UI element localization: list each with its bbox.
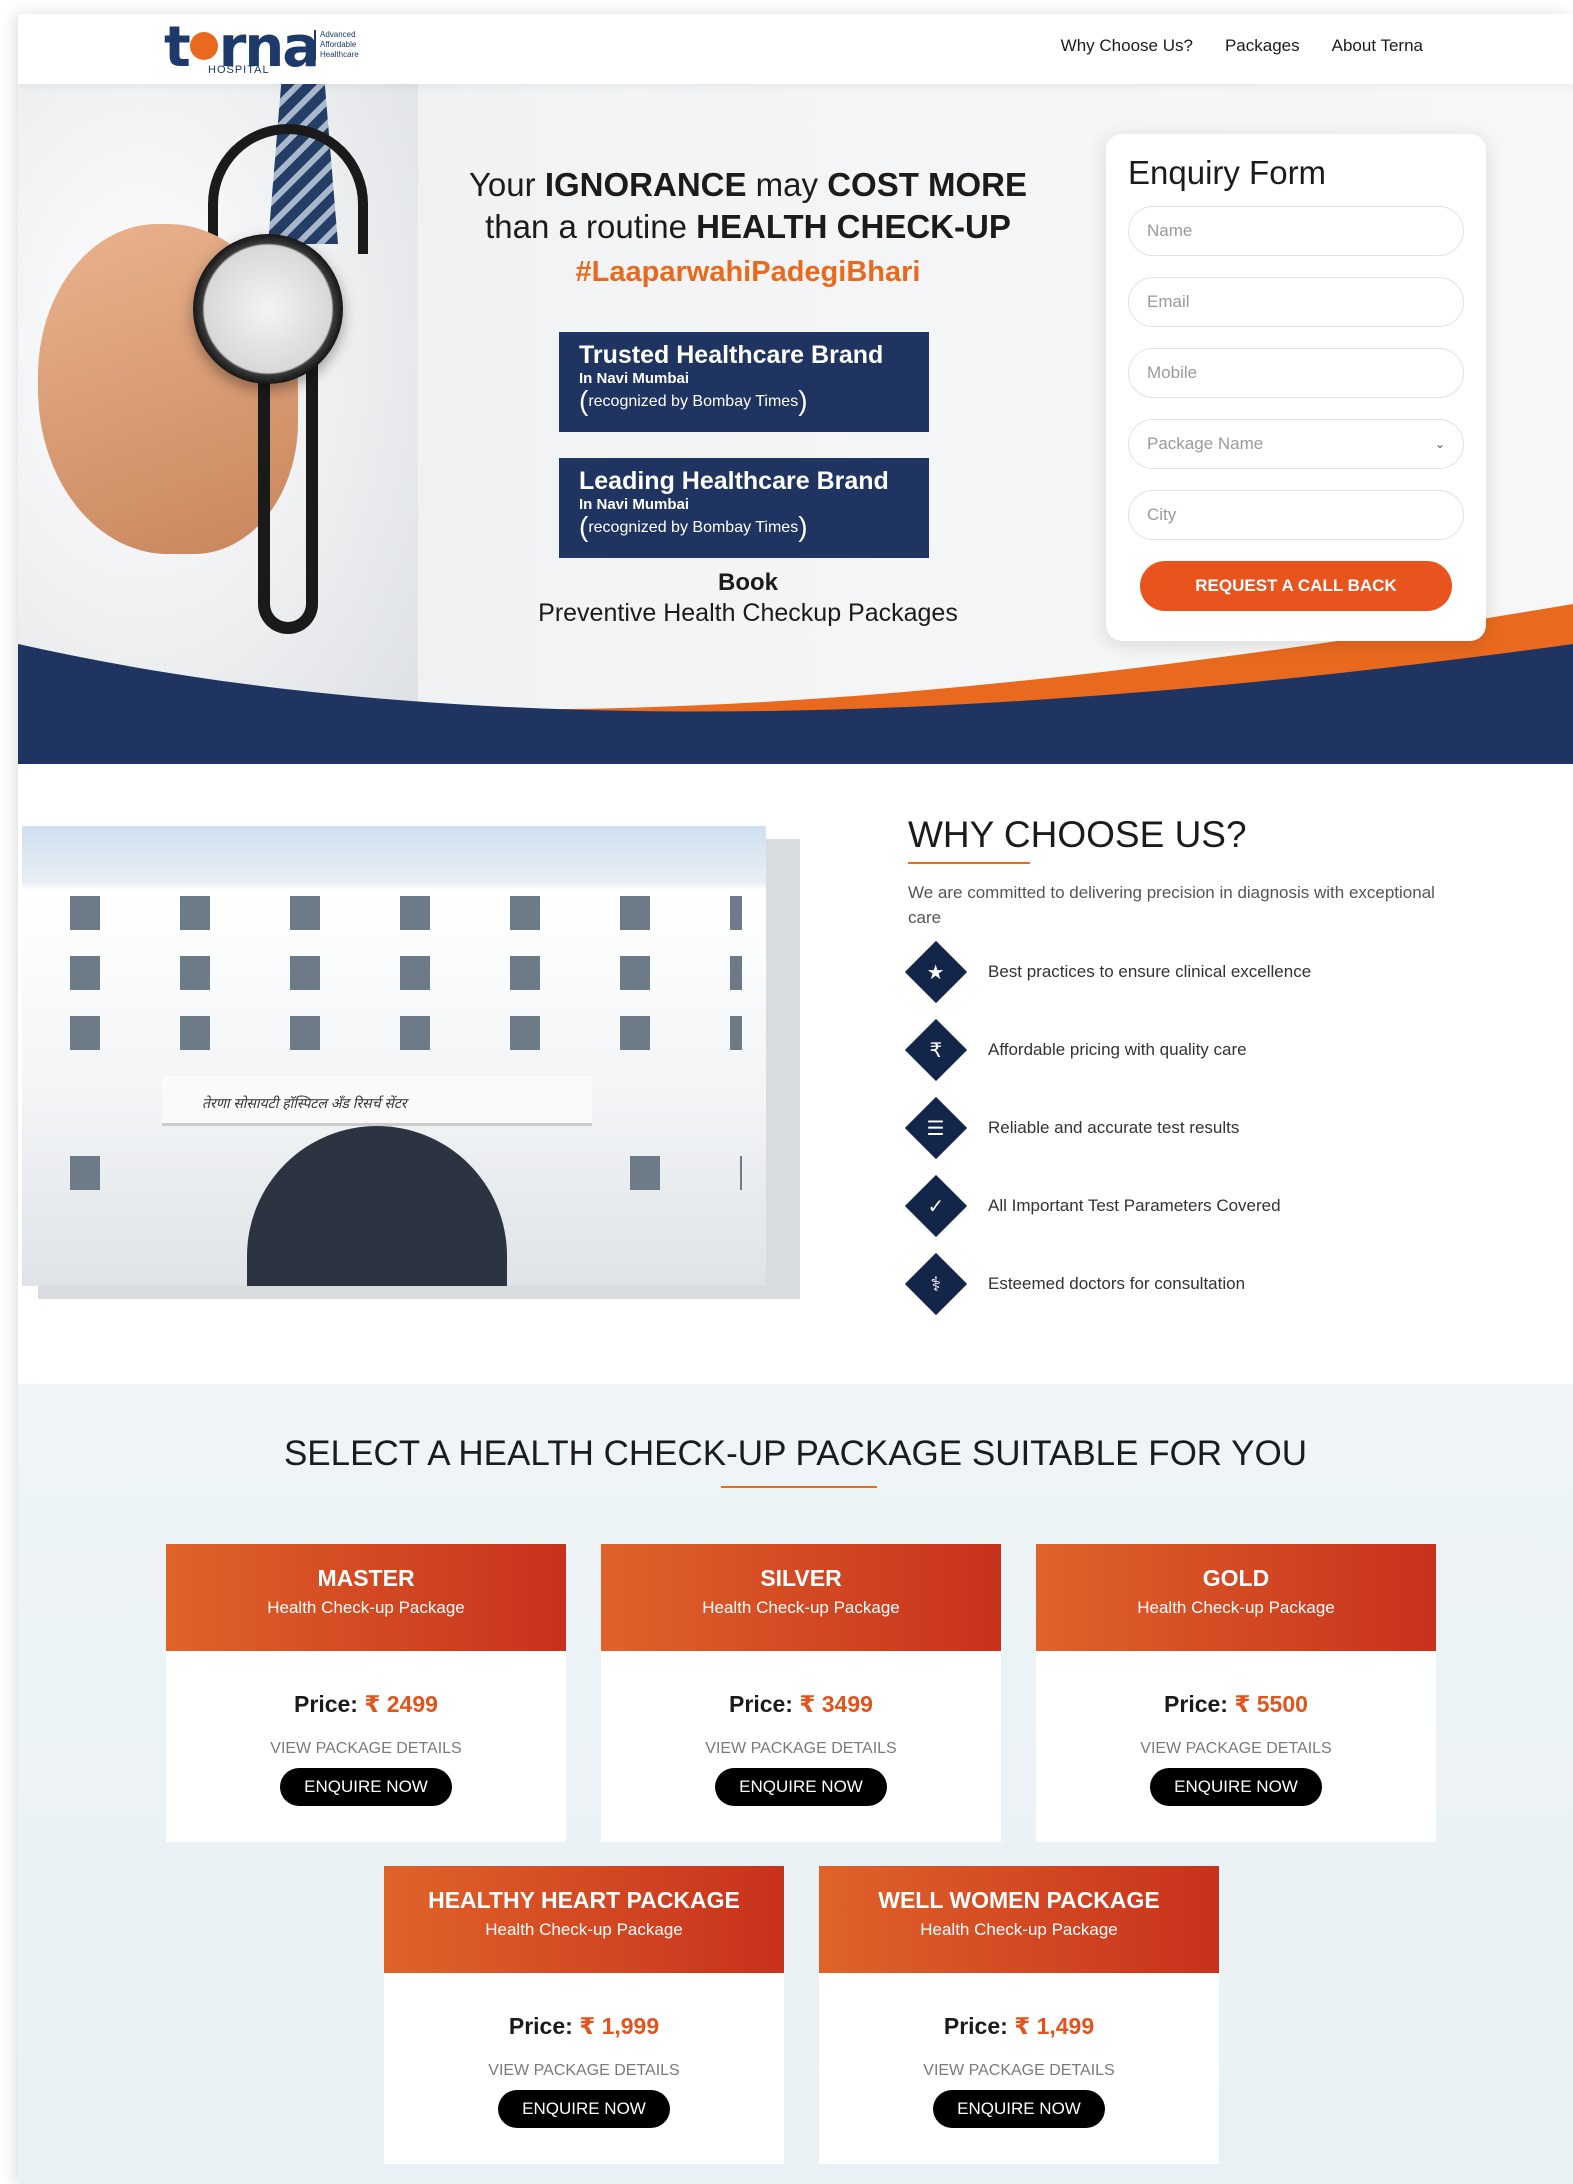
hospital-building-photo: तेरणा सोसायटी हॉस्पिटल अँड रिसर्च सेंटर	[22, 826, 766, 1286]
package-select[interactable]: Package Name ⌄	[1128, 419, 1464, 469]
package-subtitle: Health Check-up Package	[702, 1598, 900, 1617]
package-card-silver: SILVER Health Check-up Package Price: ₹ 3…	[601, 1544, 1001, 1842]
report-icon: ☰	[904, 1096, 968, 1160]
view-package-details-link[interactable]: VIEW PACKAGE DETAILS	[1036, 1740, 1436, 1758]
award-icon: ★	[904, 940, 968, 1004]
logo-tag-line: Healthcare	[320, 50, 359, 59]
package-subtitle: Health Check-up Package	[485, 1920, 683, 1939]
enquire-now-button[interactable]: ENQUIRE NOW	[933, 2090, 1105, 2128]
checklist-icon: ✓	[904, 1174, 968, 1238]
mobile-field[interactable]: Mobile	[1128, 348, 1464, 398]
email-field[interactable]: Email	[1128, 277, 1464, 327]
trusted-brand-badge: Trusted Healthcare Brand In Navi Mumbai …	[559, 332, 929, 432]
site-header: t rna HOSPITAL Advanced Affordable Health…	[18, 14, 1573, 84]
why-item: ₹ Affordable pricing with quality care	[904, 1018, 1247, 1082]
enquire-now-button[interactable]: ENQUIRE NOW	[498, 2090, 670, 2128]
badge-title: Leading Healthcare Brand	[579, 467, 889, 495]
why-item: ☰ Reliable and accurate test results	[904, 1096, 1240, 1160]
enquiry-form: Enquiry Form Name Email Mobile Package N…	[1106, 134, 1486, 641]
package-card-well-women: WELL WOMEN PACKAGE Health Check-up Packag…	[819, 1866, 1219, 2164]
hero-headline: Your IGNORANCE may COST MORE than a rout…	[468, 166, 1028, 245]
view-package-details-link[interactable]: VIEW PACKAGE DETAILS	[384, 2062, 784, 2080]
package-card-healthy-heart: HEALTHY HEART PACKAGE Health Check-up Pac…	[384, 1866, 784, 2164]
package-name: HEALTHY HEART PACKAGE	[428, 1887, 740, 1913]
view-package-details-link[interactable]: VIEW PACKAGE DETAILS	[601, 1740, 1001, 1758]
badge-title: Trusted Healthcare Brand	[579, 341, 884, 369]
package-price: Price: ₹ 5500	[1164, 1691, 1308, 1717]
badge-note: (recognized by Bombay Times)	[579, 511, 808, 542]
why-item-text: Best practices to ensure clinical excell…	[988, 962, 1312, 981]
enquire-now-button[interactable]: ENQUIRE NOW	[280, 1768, 452, 1806]
package-subtitle: Health Check-up Package	[920, 1920, 1118, 1939]
why-item: ⚕ Esteemed doctors for consultation	[904, 1252, 1246, 1316]
package-name: GOLD	[1202, 1565, 1270, 1591]
package-subtitle: Health Check-up Package	[267, 1598, 465, 1617]
logo-tagline: Advanced Affordable Healthcare	[314, 30, 359, 60]
enquire-now-button[interactable]: ENQUIRE NOW	[1150, 1768, 1322, 1806]
package-name: MASTER	[317, 1565, 415, 1591]
why-item-text: Reliable and accurate test results	[988, 1118, 1240, 1137]
package-price: Price: ₹ 1,999	[508, 2013, 660, 2039]
packages-section: SELECT A HEALTH CHECK-UP PACKAGE SUITABL…	[18, 1384, 1573, 2184]
why-choose-us-title: WHY CHOOSE US?	[908, 814, 1247, 855]
why-description: We are committed to delivering precision…	[908, 883, 1435, 927]
building-sign: तेरणा सोसायटी हॉस्पिटल अँड रिसर्च सेंटर	[202, 1095, 407, 1111]
why-item-text: Esteemed doctors for consultation	[988, 1274, 1246, 1293]
logo-subtitle: HOSPITAL	[208, 64, 270, 76]
package-name: SILVER	[760, 1565, 842, 1591]
badge-place: In Navi Mumbai	[579, 496, 690, 513]
why-item: ★ Best practices to ensure clinical exce…	[904, 940, 1312, 1004]
nav-packages[interactable]: Packages	[1225, 36, 1300, 56]
badge-place: In Navi Mumbai	[579, 370, 690, 387]
title-underline	[721, 1486, 877, 1488]
nav-about-terna[interactable]: About Terna	[1332, 36, 1423, 56]
terna-logo[interactable]: t rna HOSPITAL Advanced Affordable Health…	[164, 20, 394, 80]
packages-title: SELECT A HEALTH CHECK-UP PACKAGE SUITABL…	[283, 1434, 1308, 1473]
leading-brand-badge: Leading Healthcare Brand In Navi Mumbai …	[559, 458, 929, 558]
enquire-now-button[interactable]: ENQUIRE NOW	[715, 1768, 887, 1806]
form-title: Enquiry Form	[1128, 154, 1327, 191]
logo-tag-line: Advanced	[320, 30, 356, 39]
badge-note: (recognized by Bombay Times)	[579, 385, 808, 416]
name-field[interactable]: Name	[1128, 206, 1464, 256]
city-field[interactable]: City	[1128, 490, 1464, 540]
request-call-back-button[interactable]: REQUEST A CALL BACK	[1140, 561, 1452, 611]
package-price: Price: ₹ 1,499	[943, 2013, 1095, 2039]
why-item-text: All Important Test Parameters Covered	[988, 1196, 1281, 1215]
why-item: ✓ All Important Test Parameters Covered	[904, 1174, 1281, 1238]
hero-hashtag: #LaaparwahiPadegiBhari	[575, 256, 921, 288]
chevron-down-icon: ⌄	[1434, 437, 1445, 451]
view-package-details-link[interactable]: VIEW PACKAGE DETAILS	[819, 2062, 1219, 2080]
package-subtitle: Health Check-up Package	[1137, 1598, 1335, 1617]
why-choose-us-section: तेरणा सोसायटी हॉस्पिटल अँड रिसर्च सेंटर …	[18, 764, 1573, 1384]
logo-sun-icon	[189, 32, 218, 60]
nav-why-choose-us[interactable]: Why Choose Us?	[1061, 36, 1193, 56]
title-underline	[908, 862, 1030, 864]
doctor-icon: ⚕	[904, 1252, 968, 1316]
main-nav: Why Choose Us? Packages About Terna	[1061, 36, 1423, 56]
package-card-master: MASTER Health Check-up Package Price: ₹ 2…	[166, 1544, 566, 1842]
rupee-hand-icon: ₹	[904, 1018, 968, 1082]
why-item-text: Affordable pricing with quality care	[988, 1040, 1247, 1059]
package-card-gold: GOLD Health Check-up Package Price: ₹ 550…	[1036, 1544, 1436, 1842]
logo-tag-line: Affordable	[320, 40, 357, 49]
package-name: WELL WOMEN PACKAGE	[878, 1887, 1160, 1913]
package-price: Price: ₹ 2499	[294, 1691, 438, 1717]
package-price: Price: ₹ 3499	[729, 1691, 873, 1717]
view-package-details-link[interactable]: VIEW PACKAGE DETAILS	[166, 1740, 566, 1758]
landing-page: t rna HOSPITAL Advanced Affordable Health…	[18, 14, 1573, 2184]
